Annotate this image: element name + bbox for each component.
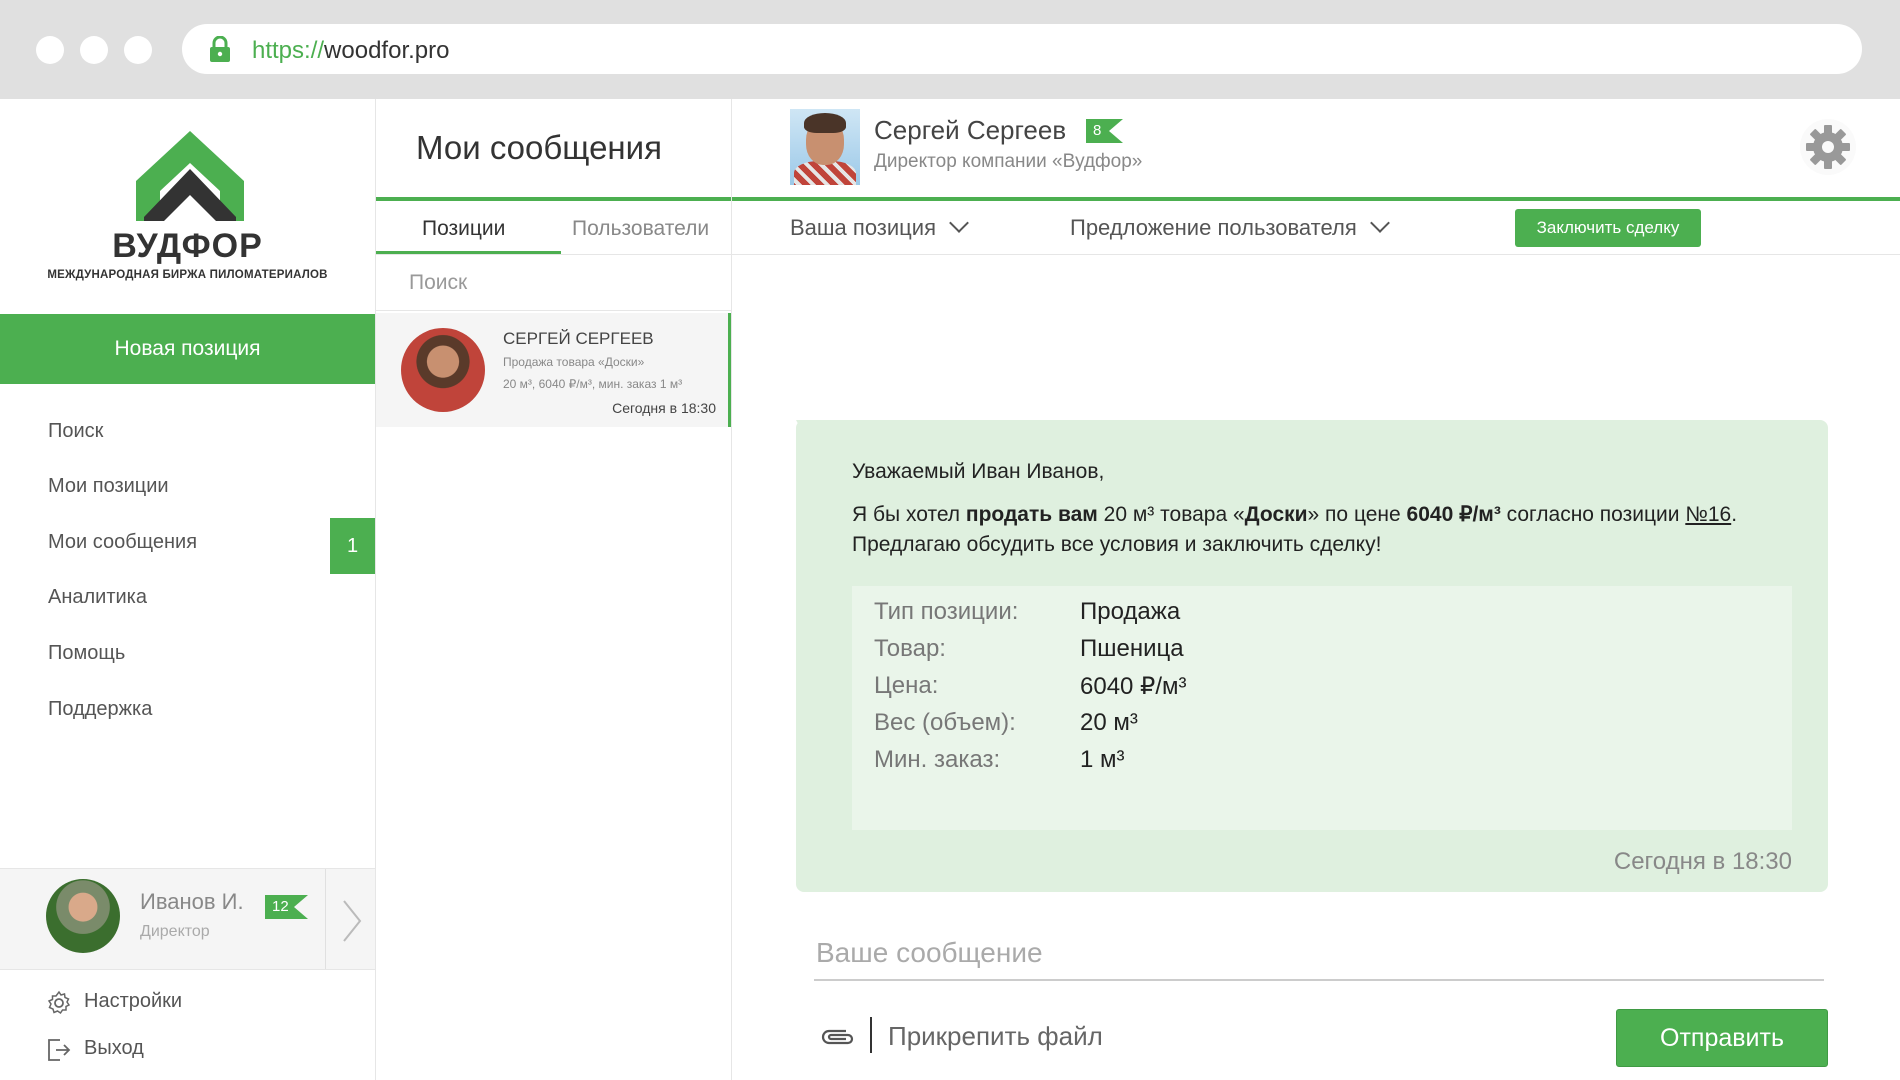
make-deal-button[interactable]: Заключить сделку: [1515, 209, 1701, 247]
detail-value: 20 м³: [1080, 709, 1138, 736]
detail-value: 6040 ₽/м³: [1080, 673, 1187, 700]
message-text-part: Я бы хотел: [852, 503, 966, 526]
address-bar[interactable]: https://woodfor.pro: [182, 24, 1862, 74]
message-bubble: Уважаемый Иван Иванов, Я бы хотел продат…: [796, 420, 1828, 892]
contact-avatar[interactable]: [790, 109, 860, 185]
message-text-bold: продать вам: [965, 503, 1098, 526]
your-position-dropdown[interactable]: Ваша позиция: [790, 213, 969, 241]
conversation-list-item[interactable]: СЕРГЕЙ СЕРГЕЕВ Продажа товара «Доски» 20…: [376, 313, 731, 427]
url-text: https://woodfor.pro: [252, 37, 449, 65]
detail-label: Товар:: [874, 635, 946, 662]
new-position-button[interactable]: Новая позиция: [0, 314, 375, 384]
header-divider: [376, 197, 731, 201]
url-protocol: https://: [252, 37, 325, 64]
message-text-part: согласно позиции: [1500, 503, 1686, 526]
contact-rating-badge: 8: [1086, 119, 1123, 143]
conversation-time: Сегодня в 18:30: [612, 400, 716, 416]
window-maximize-dot[interactable]: [124, 36, 152, 64]
message-text-bold: 6040 ₽/м³: [1406, 503, 1501, 526]
conversation-search-input[interactable]: [376, 255, 731, 311]
current-user-panel[interactable]: Иванов И. 12 Директор: [0, 868, 375, 970]
chat-settings-button[interactable]: [1800, 119, 1856, 175]
header-divider: [732, 197, 1900, 201]
nav-item-my-positions[interactable]: Мои позиции: [48, 475, 169, 498]
tab-users[interactable]: Пользователи: [572, 217, 709, 241]
your-position-label: Ваша позиция: [790, 215, 936, 240]
position-details-table: Тип позиции: Продажа Товар: Пшеница Цена…: [852, 586, 1792, 830]
logo-subtitle: МЕЖДУНАРОДНАЯ БИРЖА ПИЛОМАТЕРИАЛОВ: [47, 269, 328, 281]
nav-item-support[interactable]: Поддержка: [48, 698, 152, 721]
detail-label: Вес (объем):: [874, 709, 1016, 736]
conversation-avatar: [401, 328, 485, 412]
conversation-name: СЕРГЕЙ СЕРГЕЕВ: [503, 329, 654, 348]
message-text-bold: Доски: [1244, 503, 1308, 526]
gear-icon: [47, 990, 71, 1015]
detail-value: Продажа: [1080, 598, 1181, 625]
window-close-dot[interactable]: [36, 36, 64, 64]
user-panel-divider: [325, 869, 326, 969]
logo-title: ВУДФОР: [112, 227, 263, 265]
message-text-part: » по цене: [1307, 503, 1407, 526]
sidebar: ВУДФОР МЕЖДУНАРОДНАЯ БИРЖА ПИЛОМАТЕРИАЛО…: [0, 99, 376, 1080]
user-offer-label: Предложение пользователя: [1070, 215, 1357, 240]
message-text-part: 20 м³ товара «: [1097, 503, 1245, 526]
chevron-right-icon[interactable]: [340, 899, 364, 943]
message-input[interactable]: [814, 927, 1824, 981]
send-button[interactable]: Отправить: [1616, 1009, 1828, 1067]
window-minimize-dot[interactable]: [80, 36, 108, 64]
nav-item-search[interactable]: Поиск: [48, 420, 103, 443]
lock-icon: [210, 36, 230, 62]
logout-link[interactable]: Выход: [84, 1037, 144, 1060]
conversation-subject: Продажа товара «Доски»: [503, 355, 645, 369]
chat-panel: Сергей Сергеев 8 Директор компании «Вудф…: [732, 99, 1900, 1080]
detail-value: Пшеница: [1080, 635, 1184, 662]
contact-role: Директор компании «Вудфор»: [874, 151, 1143, 172]
url-host: woodfor.pro: [324, 37, 450, 64]
message-time: Сегодня в 18:30: [1613, 848, 1792, 875]
chevron-down-icon: [949, 213, 969, 233]
gear-icon: [1806, 125, 1850, 169]
conversation-summary: 20 м³, 6040 ₽/м³, мин. заказ 1 м³: [503, 377, 683, 391]
contact-avatar-hair: [804, 113, 846, 133]
user-role: Директор: [140, 923, 210, 940]
conversations-panel: Мои сообщения Позиции Пользователи СЕРГЕ…: [376, 99, 732, 1080]
page-title: Мои сообщения: [416, 129, 662, 166]
nav-item-help[interactable]: Помощь: [48, 642, 125, 665]
user-avatar: [46, 879, 120, 953]
nav-item-analytics[interactable]: Аналитика: [48, 586, 147, 609]
user-offer-dropdown[interactable]: Предложение пользователя: [1070, 213, 1390, 241]
detail-label: Цена:: [874, 672, 939, 699]
message-greeting: Уважаемый Иван Иванов,: [852, 460, 1105, 483]
detail-value: 1 м³: [1080, 746, 1125, 773]
position-link[interactable]: №16: [1685, 503, 1731, 526]
attach-divider: [870, 1017, 872, 1053]
settings-link[interactable]: Настройки: [84, 990, 182, 1013]
attach-file-button[interactable]: Прикрепить файл: [888, 1021, 1103, 1052]
chevron-down-icon: [1369, 213, 1390, 233]
nav-item-my-messages[interactable]: Мои сообщения: [48, 531, 197, 554]
logout-icon: [48, 1039, 71, 1061]
user-rating-badge: 12: [265, 895, 308, 919]
messages-count-badge: 1: [330, 518, 375, 574]
message-text: Я бы хотел продать вам 20 м³ товара «Дос…: [852, 500, 1812, 560]
toolbar-divider: [732, 254, 1900, 255]
contact-name[interactable]: Сергей Сергеев: [874, 115, 1066, 146]
detail-label: Тип позиции:: [874, 598, 1019, 625]
tab-positions[interactable]: Позиции: [422, 217, 505, 241]
user-name: Иванов И.: [140, 889, 244, 914]
detail-label: Мин. заказ:: [874, 746, 1001, 773]
paperclip-icon[interactable]: [820, 1025, 856, 1049]
browser-chrome: https://woodfor.pro: [0, 0, 1900, 99]
